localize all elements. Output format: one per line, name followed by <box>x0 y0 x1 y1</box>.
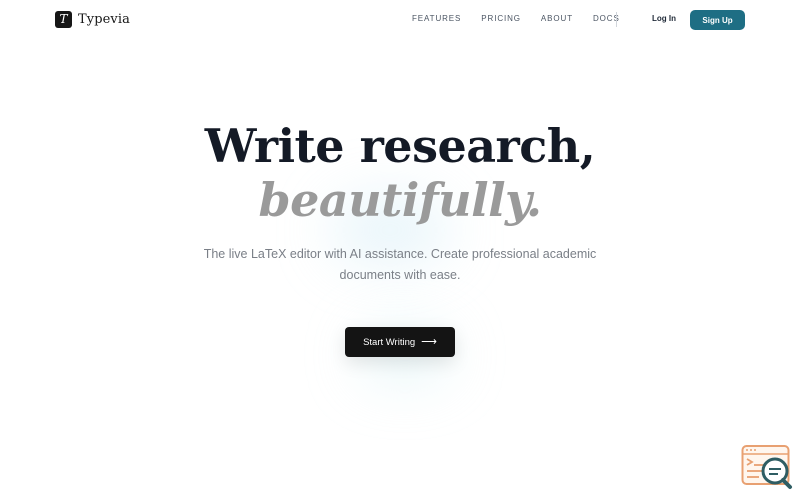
hero-description: The live LaTeX editor with AI assistance… <box>203 247 597 282</box>
nav-link-features[interactable]: FEATURES <box>412 14 461 23</box>
nav-links: FEATURES PRICING ABOUT DOCS <box>412 14 620 23</box>
logo-icon: T <box>55 11 72 28</box>
nav-link-about[interactable]: ABOUT <box>541 14 573 23</box>
login-link[interactable]: Log In <box>652 14 676 23</box>
help-chat-widget[interactable] <box>741 444 793 490</box>
signup-button[interactable]: Sign Up <box>690 10 745 30</box>
arrow-right-icon: ⟶ <box>421 335 437 348</box>
brand-logo[interactable]: T Typevia <box>55 11 130 28</box>
top-navbar: T Typevia FEATURES PRICING ABOUT DOCS Lo… <box>0 0 800 40</box>
start-writing-label: Start Writing <box>363 336 416 348</box>
chat-search-icon <box>741 445 792 489</box>
nav-divider <box>616 12 617 27</box>
hero-title: Write research, <box>204 119 596 173</box>
landing-page: T Typevia FEATURES PRICING ABOUT DOCS Lo… <box>0 0 800 500</box>
hero-title-emphasis: beautifully. <box>258 173 542 227</box>
nav-link-pricing[interactable]: PRICING <box>481 14 521 23</box>
brand-name: Typevia <box>78 12 130 27</box>
start-writing-button[interactable]: Start Writing ⟶ <box>345 327 455 357</box>
